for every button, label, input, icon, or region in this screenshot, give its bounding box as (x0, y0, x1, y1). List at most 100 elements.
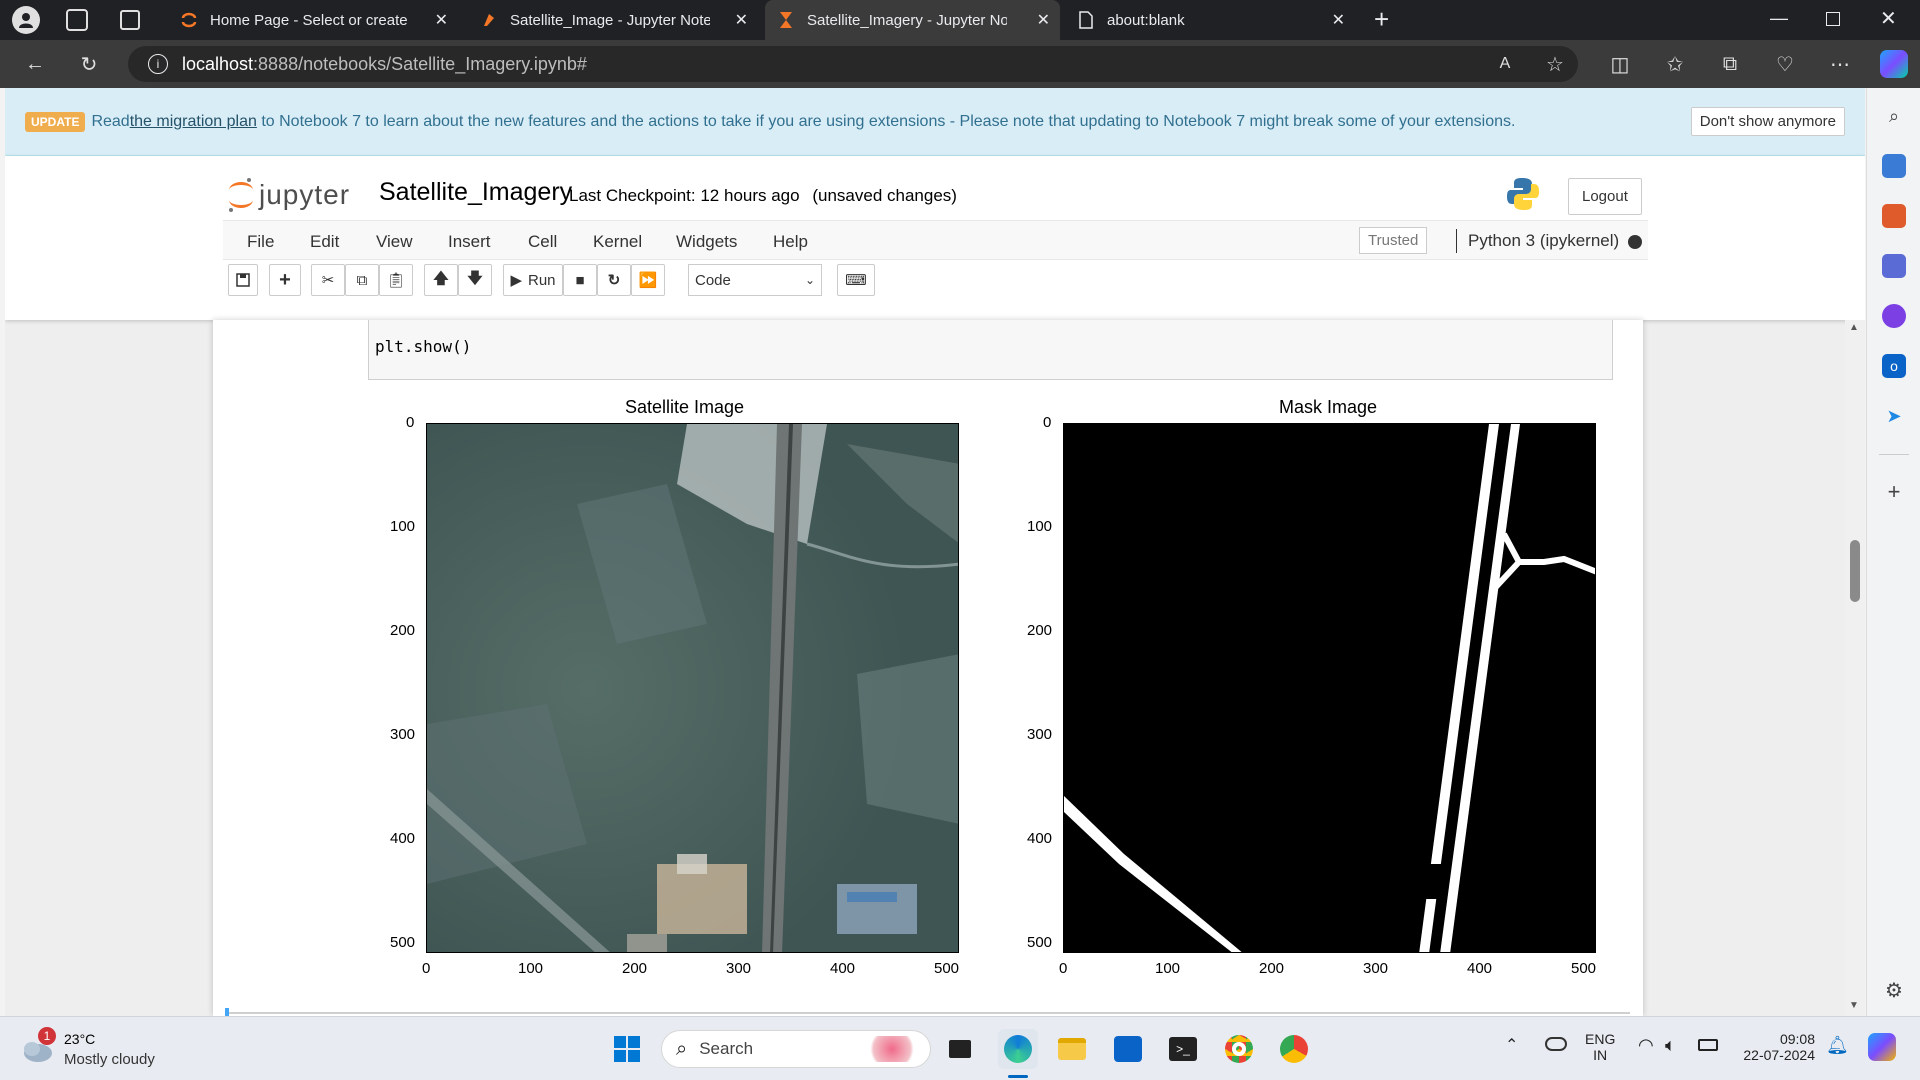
notebook-tab-icon (480, 11, 498, 29)
scroll-up-icon[interactable]: ▲ (1849, 322, 1859, 333)
close-tab-icon[interactable]: ✕ (435, 10, 448, 30)
settings-gear-icon[interactable]: ⚙ (1882, 978, 1906, 1002)
menu-view[interactable]: View (376, 232, 413, 252)
split-screen-icon[interactable]: ◫ (1605, 49, 1635, 79)
cell-type-select[interactable]: Code ⌄ (688, 264, 822, 296)
copilot-icon[interactable] (1880, 50, 1908, 78)
collections-icon[interactable]: ⧉ (1715, 49, 1745, 79)
close-tab-icon[interactable]: ✕ (1037, 10, 1050, 30)
weather-widget[interactable]: 1 23°C Mostly cloudy (20, 1027, 180, 1071)
notebook-title[interactable]: Satellite_Imagery (379, 178, 572, 207)
microsoft-365-icon[interactable] (1882, 304, 1906, 328)
tab-satellite-image[interactable]: Satellite_Image - Jupyter Notebo ✕ (468, 4, 758, 36)
mask-plot-title: Mask Image (1279, 397, 1378, 417)
trusted-indicator[interactable]: Trusted (1359, 227, 1428, 254)
favorites-icon[interactable]: ✩ (1660, 49, 1690, 79)
tab-label: Satellite_Imagery - Jupyter Note (807, 11, 1007, 29)
cut-icon[interactable]: ✂ (311, 264, 345, 296)
outlook-icon[interactable]: o (1882, 354, 1906, 378)
restart-icon[interactable]: ↻ (597, 264, 631, 296)
menu-insert[interactable]: Insert (448, 232, 491, 252)
chrome-icon[interactable] (1219, 1029, 1259, 1069)
menu-cell[interactable]: Cell (528, 232, 557, 252)
tab-about-blank[interactable]: about:blank ✕ (1065, 4, 1355, 36)
tab-satellite-imagery[interactable]: Satellite_Imagery - Jupyter Note ✕ (765, 0, 1060, 40)
browser-tab-bar: Home Page - Select or create a n ✕ Satel… (0, 0, 1920, 40)
shopping-tag-icon[interactable] (1882, 154, 1906, 178)
mask-xtick-500: 500 (1571, 960, 1597, 977)
move-up-icon[interactable]: 🡅 (424, 264, 458, 296)
start-button-icon[interactable] (607, 1029, 647, 1069)
url-field[interactable]: i localhost:8888/notebooks/Satellite_Ima… (128, 46, 1578, 82)
page-scrollbar[interactable]: ▲ ▼ (1845, 320, 1865, 1016)
save-icon[interactable] (228, 264, 258, 296)
profile-icon[interactable] (12, 6, 40, 34)
menu-help[interactable]: Help (773, 232, 808, 252)
back-icon[interactable]: ← (20, 49, 50, 79)
notification-bell-icon[interactable]: 🔔︎ (1826, 1035, 1849, 1056)
close-tab-icon[interactable]: ✕ (735, 10, 748, 30)
close-tab-icon[interactable]: ✕ (1332, 10, 1345, 30)
battery-icon[interactable] (1698, 1039, 1718, 1051)
close-window-icon[interactable]: ✕ (1880, 6, 1897, 31)
site-info-icon[interactable]: i (148, 54, 168, 74)
restore-icon[interactable] (1826, 12, 1840, 26)
restart-run-all-icon[interactable]: ⏩ (631, 264, 665, 296)
taskbar-search-box[interactable]: ⌕ Search (661, 1030, 931, 1068)
menu-edit[interactable]: Edit (310, 232, 339, 252)
copilot-taskbar-icon[interactable] (1868, 1033, 1896, 1061)
kernel-status-icon (1628, 235, 1642, 249)
dont-show-anymore-button[interactable]: Don't show anymore (1690, 107, 1845, 136)
file-explorer-icon[interactable] (1052, 1029, 1092, 1069)
copy-icon[interactable]: ⧉ (345, 264, 379, 296)
weather-temp: 23°C (64, 1031, 96, 1047)
kernel-name[interactable]: Python 3 (ipykernel) (1468, 231, 1619, 251)
minimize-icon[interactable]: — (1770, 8, 1788, 29)
tab-actions-icon[interactable] (120, 10, 140, 30)
favorite-star-icon[interactable]: ☆ (1540, 49, 1570, 79)
clock[interactable]: 09:08 22-07-2024 (1735, 1031, 1815, 1063)
terminal-icon[interactable]: >_ (1163, 1029, 1203, 1069)
games-icon[interactable] (1882, 254, 1906, 278)
tools-icon[interactable] (1882, 204, 1906, 228)
insert-cell-icon[interactable]: + (269, 264, 301, 296)
chrome-profile-icon[interactable] (1274, 1029, 1314, 1069)
url-host: localhost (182, 53, 254, 74)
outlook-new-icon[interactable] (1108, 1029, 1148, 1069)
search-icon[interactable]: ⌕ (1882, 104, 1906, 128)
task-view-icon[interactable] (940, 1029, 980, 1069)
volume-icon[interactable]: 🔈︎ (1665, 1035, 1676, 1056)
browser-essentials-icon[interactable]: ♡ (1770, 49, 1800, 79)
show-hidden-icons[interactable]: ⌃ (1505, 1035, 1518, 1055)
move-down-icon[interactable]: 🡇 (458, 264, 492, 296)
scroll-thumb[interactable] (1850, 540, 1860, 602)
workspaces-icon[interactable] (66, 9, 88, 31)
language-indicator[interactable]: ENG IN (1585, 1031, 1615, 1063)
interrupt-icon[interactable]: ■ (563, 264, 597, 296)
weather-alert-badge: 1 (38, 1027, 56, 1045)
logout-button[interactable]: Logout (1568, 178, 1642, 215)
read-aloud-icon[interactable]: A (1490, 49, 1520, 79)
onedrive-icon[interactable] (1545, 1037, 1567, 1051)
edge-browser-icon[interactable] (998, 1029, 1038, 1069)
add-icon[interactable]: + (1882, 479, 1906, 504)
mask-ytick-500: 500 (1027, 934, 1053, 951)
jupyter-logo[interactable]: jupyter (227, 176, 350, 214)
code-cell[interactable]: plt.show() (368, 320, 1613, 380)
migration-plan-link[interactable]: the migration plan (130, 113, 257, 131)
run-button[interactable]: ▶ Run (503, 264, 563, 296)
tab-home-page[interactable]: Home Page - Select or create a n ✕ (168, 4, 458, 36)
refresh-icon[interactable]: ↻ (74, 49, 104, 79)
mask-xtick-400: 400 (1467, 960, 1493, 977)
send-icon[interactable]: ➤ (1882, 404, 1906, 428)
menu-file[interactable]: File (247, 232, 274, 252)
menu-widgets[interactable]: Widgets (676, 232, 737, 252)
scroll-down-icon[interactable]: ▼ (1849, 1000, 1859, 1011)
new-tab-icon[interactable]: + (1374, 4, 1389, 35)
mask-xtick-100: 100 (1155, 960, 1181, 977)
wifi-icon[interactable]: ◠ (1638, 1035, 1654, 1056)
menu-kernel[interactable]: Kernel (593, 232, 642, 252)
more-menu-icon[interactable]: ⋯ (1825, 49, 1855, 79)
paste-icon[interactable]: 📋︎ (379, 264, 413, 296)
keyboard-shortcuts-icon[interactable]: ⌨ (837, 264, 875, 296)
